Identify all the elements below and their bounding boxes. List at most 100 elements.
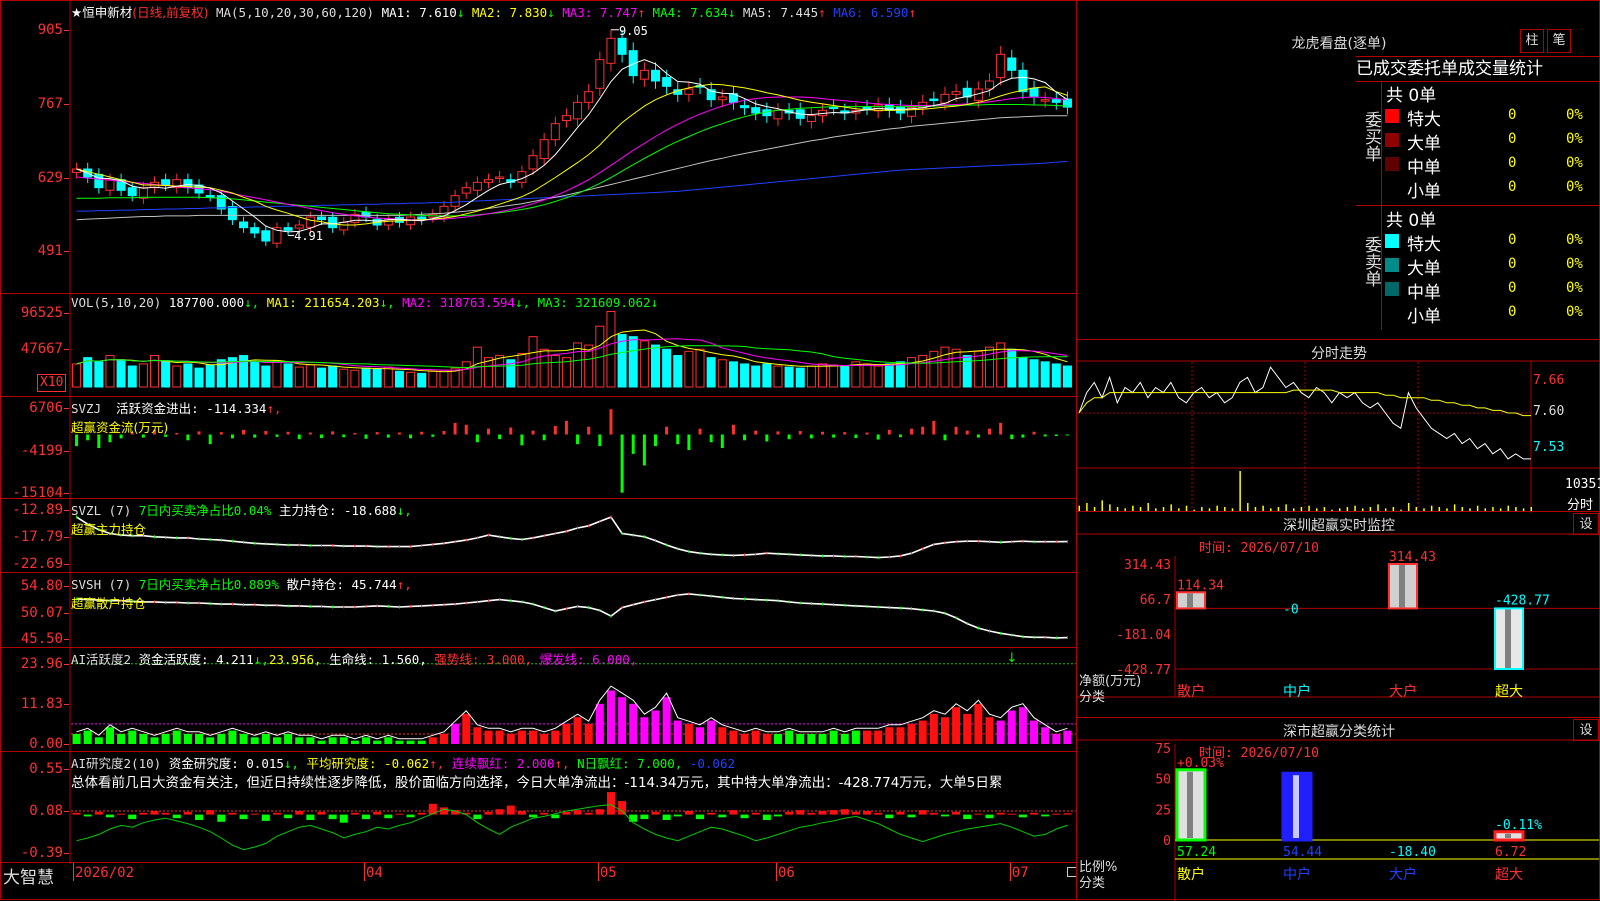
ai-research-message: 总体看前几日大资金有关注，但近日持续性逐步降低，股价面临方向选择，今日大单净流出…: [71, 775, 1003, 791]
tab-filled[interactable]: 已成交: [1356, 59, 1407, 79]
candle-body: [1051, 99, 1061, 103]
intraday-volume-bar: [1109, 504, 1111, 511]
volume-bar: [673, 355, 683, 388]
bar-view-button[interactable]: 柱: [1520, 29, 1544, 53]
activity-bar: [373, 740, 382, 744]
order-type: 大单: [1407, 259, 1441, 279]
research-bar: [740, 814, 749, 819]
intraday-panel[interactable]: 分时走势 7.667.607.53 10351 分时: [1076, 339, 1600, 513]
money-flow-bar: [364, 434, 368, 439]
order-type: 中单: [1407, 283, 1441, 303]
svsh-param: (7): [108, 577, 132, 592]
candle-body: [528, 155, 538, 170]
volume-pane[interactable]: VOL(5,10,20) 187700.000↓, MA1: 211654.20…: [0, 293, 1077, 398]
ai-activity-arrow: ↓,: [253, 652, 269, 667]
money-flow-bar: [286, 431, 290, 435]
research-bar: [996, 812, 1005, 815]
order-type: 特大: [1407, 110, 1441, 130]
money-flow-bar: [531, 430, 535, 435]
candle-body: [561, 115, 571, 122]
sz-class-axis-label: 25: [1155, 803, 1171, 818]
volume-bar: [806, 365, 816, 388]
money-flow-bar: [598, 434, 602, 447]
money-flow-bar: [464, 424, 468, 435]
header-item: ↑: [908, 5, 916, 20]
activity-bar: [83, 730, 92, 744]
money-flow-bar: [698, 428, 702, 435]
intraday-volume-bar: [1086, 503, 1088, 511]
tab-volume-stats[interactable]: 成交量统计: [1458, 59, 1543, 79]
activity-bar: [529, 730, 538, 744]
activity-bar: [840, 733, 849, 744]
svzl-pane[interactable]: SVZL (7) 7日内买卖净占比0.04% 主力持仓: -18.688↓, 超…: [0, 498, 1077, 574]
research-bar: [172, 814, 181, 819]
order-type: 小单: [1407, 307, 1441, 327]
volume-bar: [94, 361, 104, 388]
svzj-pane[interactable]: SVZJ 活跃资金进出: -114.334↑, 超赢资金流(万元) 6706 -4…: [0, 396, 1077, 501]
volume-bar: [461, 361, 471, 388]
activity-bar: [473, 727, 482, 744]
money-flow-bar: [988, 428, 991, 435]
research-bar: [974, 813, 983, 815]
svsh-pane[interactable]: SVSH (7) 7日内买卖净占比0.889% 散户持仓: 45.744↑, 超…: [0, 572, 1077, 649]
sz-class-value-label: -18.40: [1389, 845, 1436, 860]
research-bar: [373, 811, 382, 815]
tab-orders[interactable]: 委托单: [1407, 59, 1458, 79]
axis-label: 767: [37, 95, 63, 112]
activity-bar: [751, 730, 760, 744]
candle-body: [461, 187, 471, 194]
money-flow-bar: [564, 420, 568, 435]
activity-bar: [707, 720, 716, 744]
research-bar: [261, 814, 270, 821]
activity-bar: [1052, 733, 1061, 744]
volume-bar: [1040, 361, 1050, 388]
volume-bar: [350, 369, 360, 388]
research-bar: [317, 811, 326, 815]
activity-bar: [495, 730, 504, 744]
candle-body: [439, 205, 449, 218]
research-bar: [495, 809, 504, 815]
ai-activity-name: AI活跃度2: [71, 652, 132, 667]
volume-bar: [817, 363, 828, 388]
axis-label: 23.96: [20, 655, 63, 672]
activity-bar: [217, 733, 226, 744]
order-type: 中单: [1407, 158, 1441, 178]
volume-bar: [573, 342, 583, 388]
activity-bar: [206, 737, 215, 744]
axis-tick: [64, 744, 69, 745]
sell-orders-divider: [1381, 206, 1382, 330]
volume-bar: [873, 365, 883, 388]
sz-class-axis-label: 50: [1155, 773, 1171, 788]
kline-pane[interactable]: ★恒申新材(日线,前复权) MA(5,10,20,30,60,120) MA1:…: [0, 0, 1077, 295]
axis-tick: [64, 349, 69, 351]
svzj-label: 活跃资金进出: -114.334: [116, 401, 267, 416]
candle-body: [450, 195, 460, 207]
activity-bar: [929, 713, 938, 744]
money-flow-bar: [498, 434, 502, 440]
avg-research-arrow: ↑,: [429, 756, 445, 771]
buy-orders-divider: [1381, 81, 1382, 205]
research-bar: [161, 812, 170, 815]
research-bar: [896, 811, 905, 815]
sz-class-value-label: 54.44: [1283, 845, 1322, 860]
research-bar: [684, 811, 693, 815]
activity-bar: [573, 717, 582, 744]
money-flow-bar: [798, 430, 802, 435]
research-bar: [339, 814, 348, 823]
ai-research-pane[interactable]: AI研究度2(10) 资金研究度: 0.015↓, 平均研究度: -0.062↑…: [0, 751, 1077, 864]
research-bar: [1018, 814, 1027, 818]
intraday-volume-bar: [1239, 471, 1241, 511]
sz-class-axis-label: 0: [1163, 834, 1171, 849]
sell-total: 共 0单: [1386, 211, 1437, 231]
candle-body: [717, 96, 727, 101]
volume-bar: [272, 360, 282, 388]
sz-monitor-value-label: -0: [1283, 602, 1299, 617]
tick-view-button[interactable]: 笔: [1547, 29, 1571, 53]
axis-tick: [64, 563, 69, 565]
sz-class-bar-shade: [1505, 833, 1511, 838]
money-flow-bar: [320, 434, 323, 438]
date-tick: [597, 863, 599, 881]
ai-activity-pane[interactable]: ↓ AI活跃度2 资金活跃度: 4.211↓,23.956, 生命线: 1.56…: [0, 647, 1077, 753]
order-percent: 0%: [1566, 280, 1583, 296]
money-flow-bar: [420, 431, 424, 435]
